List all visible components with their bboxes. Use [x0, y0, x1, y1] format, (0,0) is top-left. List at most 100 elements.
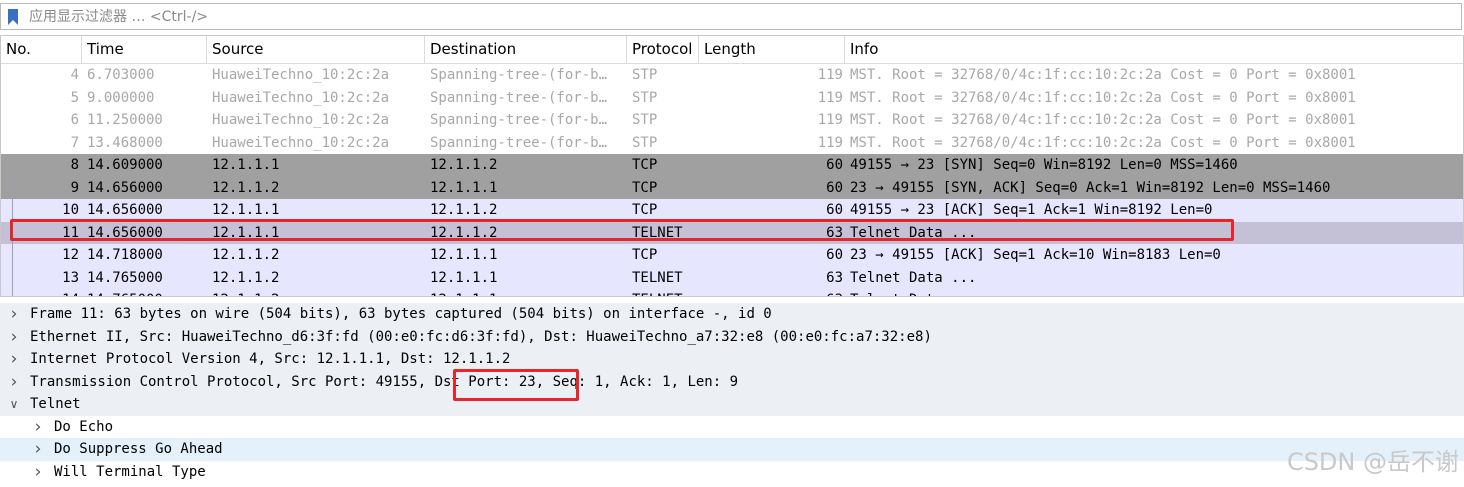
packet-no: 5: [70, 89, 79, 106]
packet-protocol: STP: [632, 89, 658, 106]
detail-tree-item[interactable]: › Do Suppress Go Ahead: [0, 438, 1464, 461]
detail-tree-label: Internet Protocol Version 4, Src: 12.1.1…: [30, 351, 511, 367]
packet-no: 7: [70, 134, 79, 151]
packet-time: 14.609000: [87, 157, 163, 173]
detail-tree-item[interactable]: › Will Terminal Type: [0, 461, 1464, 484]
packet-info: 49155 → 23 [SYN] Seq=0 Win=8192 Len=0 MS…: [850, 157, 1238, 173]
packet-protocol: STP: [632, 134, 658, 151]
chevron-right-icon[interactable]: ›: [31, 416, 45, 439]
detail-tree-item[interactable]: › Transmission Control Protocol, Src Port…: [0, 370, 1464, 394]
packet-length: 119: [817, 67, 843, 83]
packet-destination: Spanning-tree-(for-b…: [430, 89, 608, 106]
packet-time: 14.656000: [87, 179, 163, 196]
column-header-info[interactable]: Info: [845, 36, 1463, 63]
packet-row[interactable]: 9 14.656000 12.1.1.2 12.1.1.1 TCP 60 23 → 4915…: [1, 176, 1463, 199]
packet-length: 119: [817, 112, 843, 128]
detail-tree-label: Frame 11: 63 bytes on wire (504 bits), 6…: [30, 306, 772, 322]
packet-row[interactable]: 1414.76500012.1.1.212.1.1.1TELNET63Telne…: [1, 289, 1463, 296]
chevron-right-icon[interactable]: ›: [7, 371, 21, 394]
column-header-no[interactable]: No.: [1, 36, 82, 63]
packet-row[interactable]: 12 14.718000 12.1.1.2 12.1.1.1 TCP 60 23 → 491…: [1, 244, 1463, 267]
detail-tree-label: Do Echo: [54, 418, 114, 435]
packet-info: MST. Root = 32768/0/4c:1f:cc:10:2c:2a Co…: [850, 134, 1356, 151]
packet-no: 8: [70, 157, 79, 173]
column-header-time[interactable]: Time: [82, 36, 207, 63]
conversation-bracket-start: [12, 178, 20, 179]
packet-row[interactable]: 8 14.609000 12.1.1.1 12.1.1.2 TCP 60 49155 → 2…: [1, 154, 1463, 177]
column-header-protocol[interactable]: Protocol: [627, 36, 699, 63]
chevron-right-icon[interactable]: ›: [7, 348, 21, 371]
packet-row[interactable]: 13 14.765000 12.1.1.2 12.1.1.1 TELNET 63 Telne…: [1, 266, 1463, 289]
packet-protocol: STP: [632, 112, 658, 128]
packet-row[interactable]: 5 9.000000 HuaweiTechno_10:2c:2a Spanning-t…: [1, 86, 1463, 109]
packet-source: 12.1.1.2: [212, 269, 280, 286]
dst-port-highlight-box: [453, 369, 579, 401]
packet-length: 60: [826, 179, 843, 196]
packet-length: 60: [826, 247, 843, 263]
selected-row-highlight-box: [10, 219, 1234, 241]
chevron-right-icon[interactable]: ›: [7, 326, 21, 349]
packet-source: HuaweiTechno_10:2c:2a: [212, 67, 390, 83]
detail-tree-label: Telnet: [30, 396, 81, 412]
packet-source: HuaweiTechno_10:2c:2a: [212, 89, 390, 106]
column-header-length[interactable]: Length: [699, 36, 845, 63]
packet-details-pane[interactable]: › Frame 11: 63 bytes on wire (504 bits), …: [0, 301, 1464, 487]
packet-info: Telnet Data ...: [850, 289, 1462, 296]
packet-length: 119: [817, 134, 843, 151]
packet-source: HuaweiTechno_10:2c:2a: [212, 134, 390, 151]
detail-tree-label: Transmission Control Protocol, Src Port:…: [30, 373, 739, 390]
packet-source: HuaweiTechno_10:2c:2a: [212, 112, 390, 128]
packet-protocol: TCP: [632, 157, 658, 173]
packet-protocol: STP: [632, 67, 658, 83]
packet-length: 119: [817, 89, 843, 106]
packet-row[interactable]: 6 11.250000 HuaweiTechno_10:2c:2a Spanning-…: [1, 109, 1463, 132]
packet-protocol: TELNET: [632, 289, 702, 296]
chevron-right-icon[interactable]: ›: [7, 303, 21, 326]
packet-length: 60: [826, 157, 843, 173]
display-filter-input[interactable]: [29, 4, 1449, 29]
packet-no: 4: [70, 67, 79, 83]
packet-protocol: TCP: [632, 247, 658, 263]
column-header-source[interactable]: Source: [207, 36, 425, 63]
bookmark-icon[interactable]: [7, 8, 19, 26]
packet-destination: 12.1.1.1: [430, 179, 498, 196]
detail-tree-item[interactable]: ∨ Telnet: [0, 393, 1464, 416]
detail-tree-item[interactable]: › Ethernet II, Src: HuaweiTechno_d6:3f:fd…: [0, 325, 1464, 349]
packet-destination: 12.1.1.2: [430, 157, 498, 173]
packet-time: 6.703000: [87, 67, 155, 83]
packet-length: 63: [701, 289, 843, 296]
packet-info: 23 → 49155 [ACK] Seq=1 Ack=10 Win=8183 L…: [850, 247, 1221, 263]
packet-time: 14.765000: [87, 269, 163, 286]
packet-row[interactable]: 4 6.703000 HuaweiTechno_10:2c:2a Spanning-t…: [1, 64, 1463, 87]
packet-protocol: TCP: [632, 179, 658, 196]
packet-info: MST. Root = 32768/0/4c:1f:cc:10:2c:2a Co…: [850, 112, 1356, 128]
detail-tree-item[interactable]: › Frame 11: 63 bytes on wire (504 bits), …: [0, 303, 1464, 326]
packet-info: MST. Root = 32768/0/4c:1f:cc:10:2c:2a Co…: [850, 67, 1356, 83]
column-header-destination[interactable]: Destination: [425, 36, 627, 63]
packet-source: 12.1.1.2: [212, 247, 280, 263]
packet-info: MST. Root = 32768/0/4c:1f:cc:10:2c:2a Co…: [850, 89, 1356, 106]
chevron-down-icon[interactable]: ∨: [7, 393, 21, 416]
watermark-text: CSDN @岳不谢: [1286, 448, 1459, 476]
detail-tree-item[interactable]: › Do Echo: [0, 416, 1464, 439]
packet-no: 6: [70, 112, 79, 128]
packet-destination: 12.1.1.1: [430, 269, 498, 286]
detail-tree-label: Do Suppress Go Ahead: [54, 441, 223, 457]
packet-list-header: No. Time Source Destination Protocol Len…: [1, 36, 1463, 64]
packet-source: 12.1.1.2: [212, 179, 280, 196]
packet-row[interactable]: 7 13.468000 HuaweiTechno_10:2c:2a Spanning-…: [1, 131, 1463, 154]
packet-list[interactable]: No. Time Source Destination Protocol Len…: [0, 35, 1464, 297]
chevron-right-icon[interactable]: ›: [31, 461, 45, 484]
packet-time: 11.250000: [87, 112, 163, 128]
display-filter-bar: [0, 3, 1462, 30]
detail-tree-label: Ethernet II, Src: HuaweiTechno_d6:3f:fd …: [30, 328, 932, 345]
packet-time: 14.718000: [87, 247, 163, 263]
packet-destination: 12.1.1.1: [430, 247, 498, 263]
detail-tree-item[interactable]: › Internet Protocol Version 4, Src: 12.1.…: [0, 348, 1464, 371]
packet-time: 14.765000: [87, 289, 205, 296]
packet-destination: Spanning-tree-(for-b…: [430, 134, 608, 151]
detail-tree-label: Will Terminal Type: [54, 463, 206, 480]
packet-length: 63: [826, 269, 843, 286]
packet-destination: Spanning-tree-(for-b…: [430, 67, 608, 83]
chevron-right-icon[interactable]: ›: [31, 438, 45, 461]
